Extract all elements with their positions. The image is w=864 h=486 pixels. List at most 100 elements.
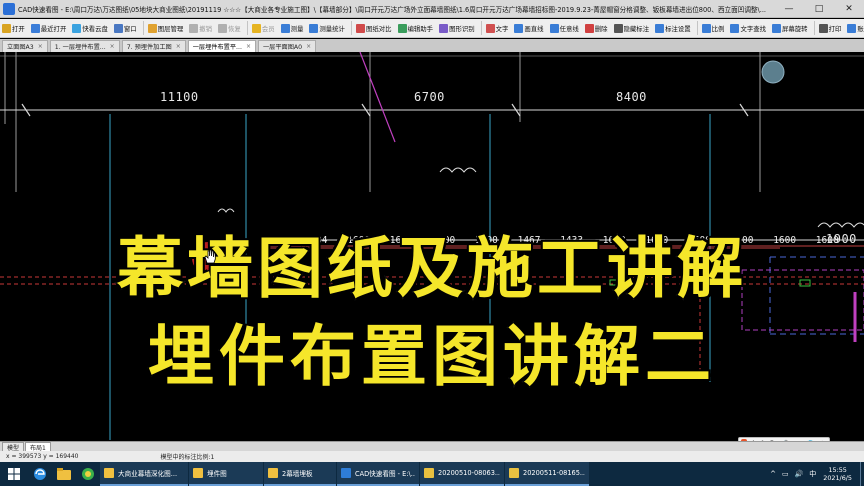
browser-icon (82, 468, 94, 480)
toolbar-button[interactable]: 比例 (700, 20, 727, 37)
tab-close-icon[interactable]: × (306, 43, 311, 50)
app-icon (509, 468, 519, 478)
taskbar-app-button[interactable]: CAD快速看图 - E:\... (337, 462, 419, 486)
toolbar-button-label: 任意线 (559, 24, 579, 33)
toolbar-button[interactable]: 隐藏标注 (612, 20, 652, 37)
window-controls: — □ ✕ (774, 0, 864, 18)
dimension-label: 6700 (414, 90, 445, 104)
toolbar-icon (147, 23, 157, 33)
tray-icon[interactable]: 🔊 (795, 470, 804, 478)
toolbar-separator (246, 21, 248, 35)
toolbar-separator (142, 21, 144, 35)
toolbar-button[interactable]: 会员 (250, 20, 277, 37)
toolbar-separator (480, 21, 482, 35)
show-desktop-button[interactable] (860, 462, 864, 486)
toolbar-button[interactable]: 恢复 (216, 20, 243, 37)
taskbar-app-button[interactable]: 20200510-08063... (420, 462, 504, 486)
taskbar-app-button[interactable]: 2幕墙埋板 (264, 462, 336, 486)
toolbar-separator (696, 21, 698, 35)
layout-tab[interactable]: 模型 (2, 442, 25, 452)
toolbar-button[interactable]: 最近打开 (29, 20, 69, 37)
document-tab[interactable]: 一层平面图A0 × (257, 40, 317, 52)
start-button[interactable] (0, 462, 28, 486)
edge-browser-button[interactable] (28, 462, 52, 486)
toolbar-button-label: 标注设置 (665, 24, 691, 33)
toolbar-button[interactable]: 画直线 (512, 20, 545, 37)
toolbar-button[interactable]: 测量 (279, 20, 306, 37)
app-icon (424, 468, 434, 478)
toolbar-button-label: 文字 (495, 24, 509, 33)
tab-close-icon[interactable]: × (246, 43, 251, 50)
taskbar-app-button[interactable]: 20200511-08165... (505, 462, 589, 486)
browser-360-button[interactable] (76, 462, 100, 486)
taskbar-app-label: 埋件图 (207, 470, 227, 478)
toolbar-button[interactable]: 文字 (484, 20, 511, 37)
dimension-label: 11100 (160, 90, 199, 104)
minimize-button[interactable]: — (774, 0, 804, 18)
toolbar-button-label: 图层管理 (157, 24, 184, 33)
toolbar-button[interactable]: 图纸对比 (354, 20, 394, 37)
file-explorer-button[interactable] (52, 462, 76, 486)
toolbar-button[interactable]: 删除 (583, 20, 610, 37)
tray-icon[interactable]: 中 (809, 469, 816, 479)
toolbar-button-label: 测量统计 (319, 24, 345, 33)
document-tab-label: 一层埋件布置平... (192, 44, 242, 51)
toolbar-icon (251, 23, 261, 33)
tray-icon[interactable]: ▭ (782, 470, 789, 478)
video-caption-line-2: 埋件布置图讲解二 (147, 317, 716, 397)
toolbar-button[interactable]: 快看云盘 (70, 20, 110, 37)
toolbar-button-label: 窗口 (123, 24, 137, 33)
cursor-coordinates: x = 399573 y = 169440 (6, 453, 79, 460)
toolbar-icon (309, 23, 319, 33)
toolbar-icon (514, 23, 524, 33)
app-icon (3, 2, 15, 15)
app-icon (341, 468, 351, 478)
toolbar-icon (397, 23, 407, 33)
document-tab[interactable]: 1. 一层埋件布置... × (49, 40, 120, 52)
app-icon (193, 468, 203, 478)
toolbar-icon (2, 23, 11, 33)
toolbar-button[interactable]: 图形识别 (437, 20, 477, 37)
system-clock[interactable]: 15:55 2021/6/5 (823, 466, 852, 482)
toolbar-button-label: 账号 (857, 24, 864, 33)
close-button[interactable]: ✕ (834, 0, 864, 18)
clock-date: 2021/6/5 (823, 474, 852, 482)
tab-close-icon[interactable]: × (110, 43, 115, 50)
toolbar-button-label: 恢复 (228, 24, 241, 33)
toolbar-icon (818, 23, 828, 33)
toolbar-icon (280, 23, 290, 33)
toolbar-icon (584, 23, 594, 33)
toolbar-button[interactable]: 屏幕旋转 (770, 20, 810, 37)
toolbar-button[interactable]: 文字查找 (728, 20, 768, 37)
tab-close-icon[interactable]: × (38, 43, 43, 50)
toolbar-button-label: 快看云盘 (82, 24, 108, 33)
tab-close-icon[interactable]: × (176, 43, 181, 50)
toolbar-button[interactable]: 标注设置 (653, 20, 693, 37)
toolbar-button[interactable]: 撤销 (187, 20, 214, 37)
toolbar-button[interactable]: 打印 (817, 20, 844, 37)
toolbar-button[interactable]: 打开 (0, 20, 27, 37)
toolbar-icon (772, 23, 781, 33)
toolbar-icon (439, 23, 449, 33)
toolbar-button-label: 会员 (261, 24, 275, 33)
status-bar: x = 399573 y = 169440 模型中的标注比例:1 (0, 451, 864, 462)
document-tab[interactable]: 7. 预埋件加工图 × (121, 40, 186, 52)
toolbar-icon (113, 23, 123, 33)
toolbar-button[interactable]: 任意线 (548, 20, 581, 37)
taskbar-app-label: 20200510-08063... (438, 469, 500, 477)
toolbar-icon (655, 23, 665, 33)
tray-icon[interactable]: ^ (770, 470, 776, 478)
drawing-canvas[interactable]: 11100 6700 8400 1900 1600 1584 1600 1600 160… (0, 52, 864, 440)
toolbar-button[interactable]: 账号 (845, 20, 864, 37)
layout-tab[interactable]: 布局1 (25, 442, 51, 452)
document-tab[interactable]: 一层埋件布置平... × (187, 40, 256, 52)
toolbar-button[interactable]: 图层管理 (146, 20, 186, 37)
toolbar-button[interactable]: 编辑助手 (396, 20, 436, 37)
taskbar-app-button[interactable]: 大商业幕墙深化图... (100, 462, 188, 486)
document-tab[interactable]: 立面图A3 × (2, 40, 48, 52)
toolbar-button-label: 画直线 (524, 24, 544, 33)
maximize-button[interactable]: □ (804, 0, 834, 18)
taskbar-app-button[interactable]: 埋件图 (189, 462, 263, 486)
toolbar-button[interactable]: 窗口 (112, 20, 139, 37)
toolbar-button[interactable]: 测量统计 (307, 20, 347, 37)
